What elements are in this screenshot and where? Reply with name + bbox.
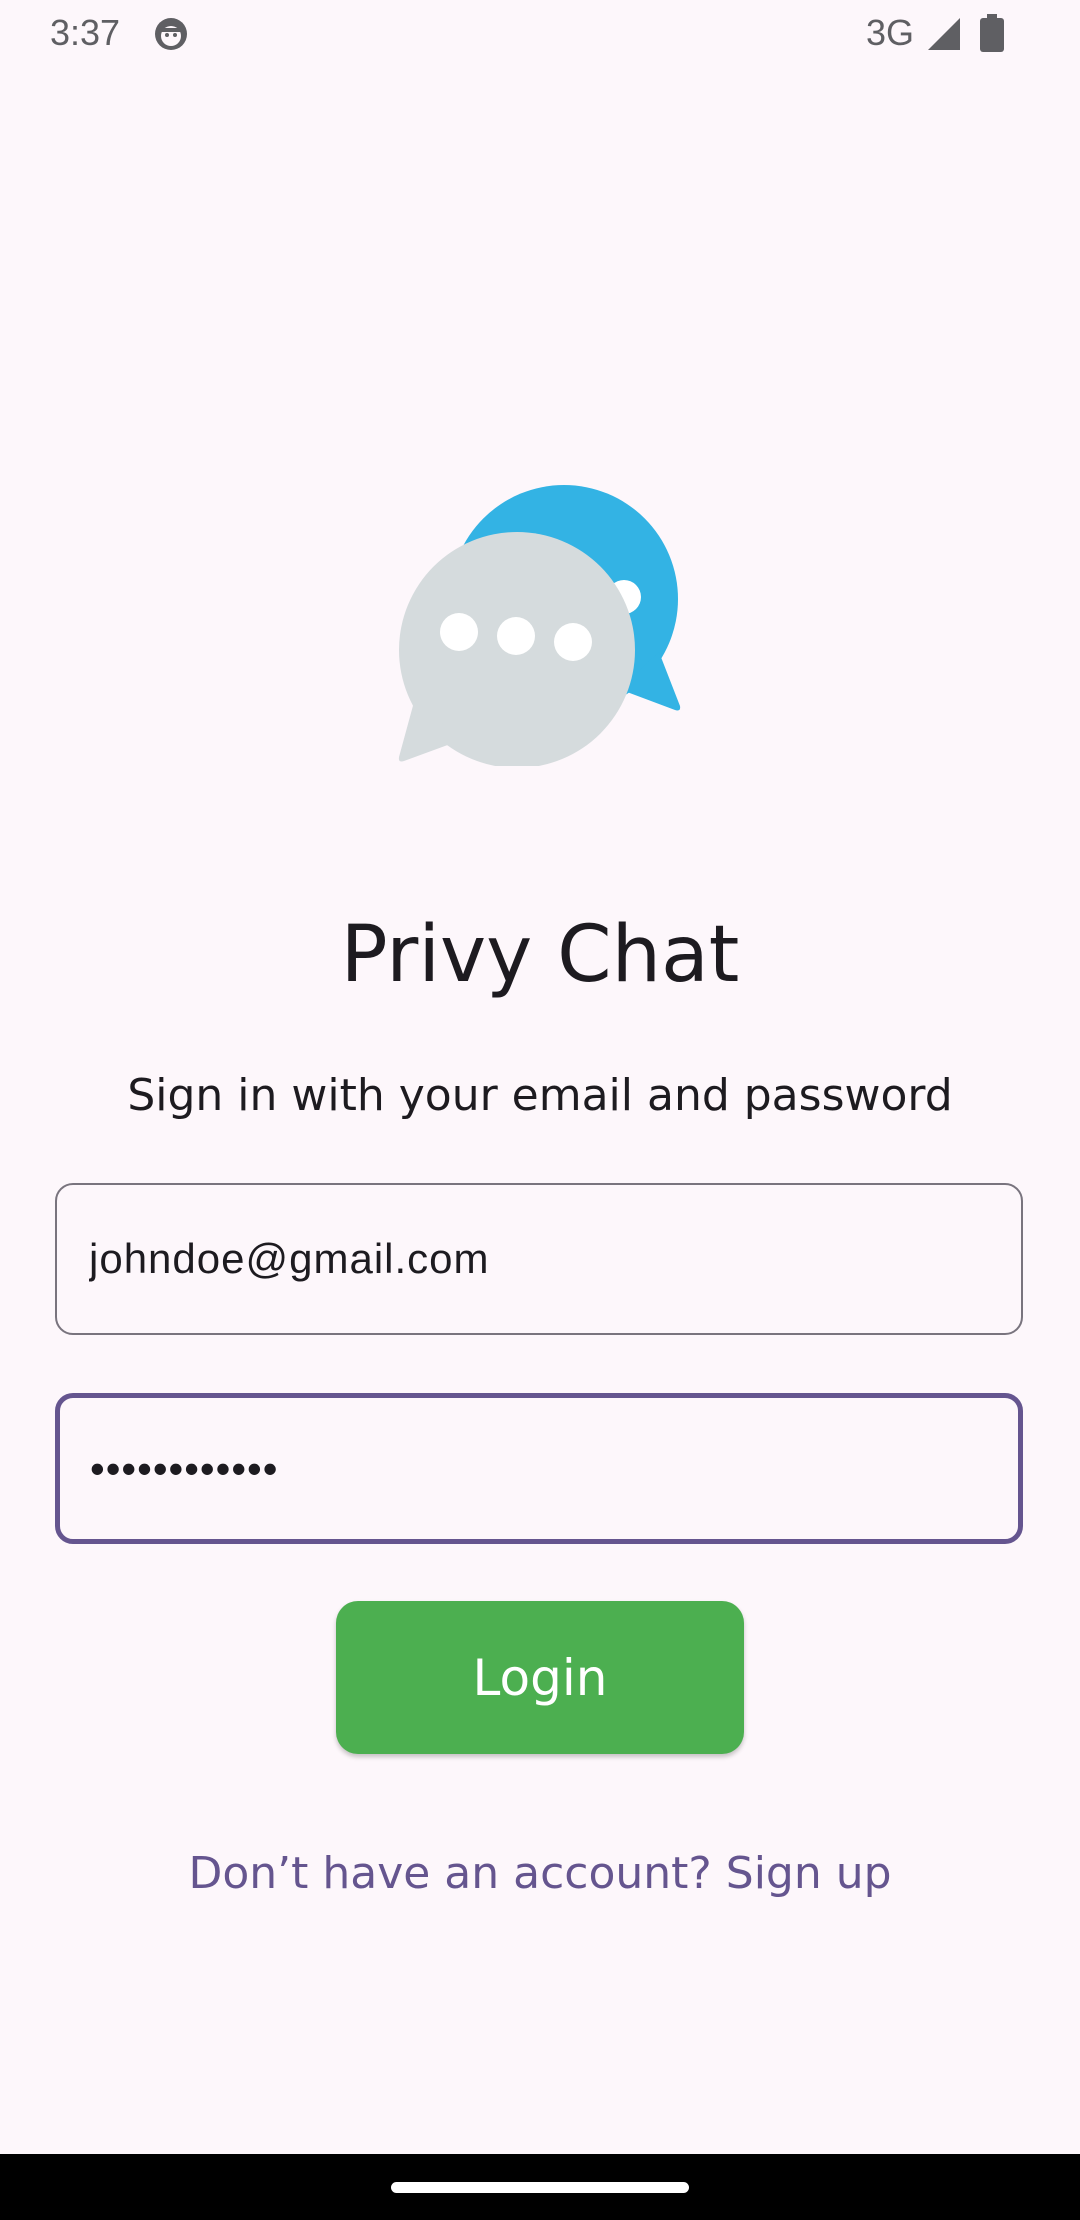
signup-link[interactable]: Don’t have an account? Sign up [0, 1842, 1080, 1906]
sign-in-instructions: Sign in with your email and password [127, 1070, 953, 1121]
password-input[interactable] [90, 1398, 986, 1539]
status-bar: 3:37 3G [0, 0, 1080, 66]
password-field[interactable] [55, 1393, 1023, 1544]
android-debug-icon [155, 18, 187, 50]
email-input[interactable] [89, 1185, 989, 1333]
battery-icon [980, 14, 1004, 52]
email-field[interactable] [55, 1183, 1023, 1335]
network-type: 3G [866, 12, 915, 53]
chat-bubbles-icon [398, 485, 681, 766]
cell-signal-icon [928, 18, 960, 50]
app-title: Privy Chat [340, 910, 740, 1000]
home-indicator[interactable] [391, 2182, 689, 2193]
status-time: 3:37 [50, 12, 121, 53]
login-button[interactable]: Login [336, 1601, 744, 1754]
navigation-bar [0, 2154, 1080, 2220]
